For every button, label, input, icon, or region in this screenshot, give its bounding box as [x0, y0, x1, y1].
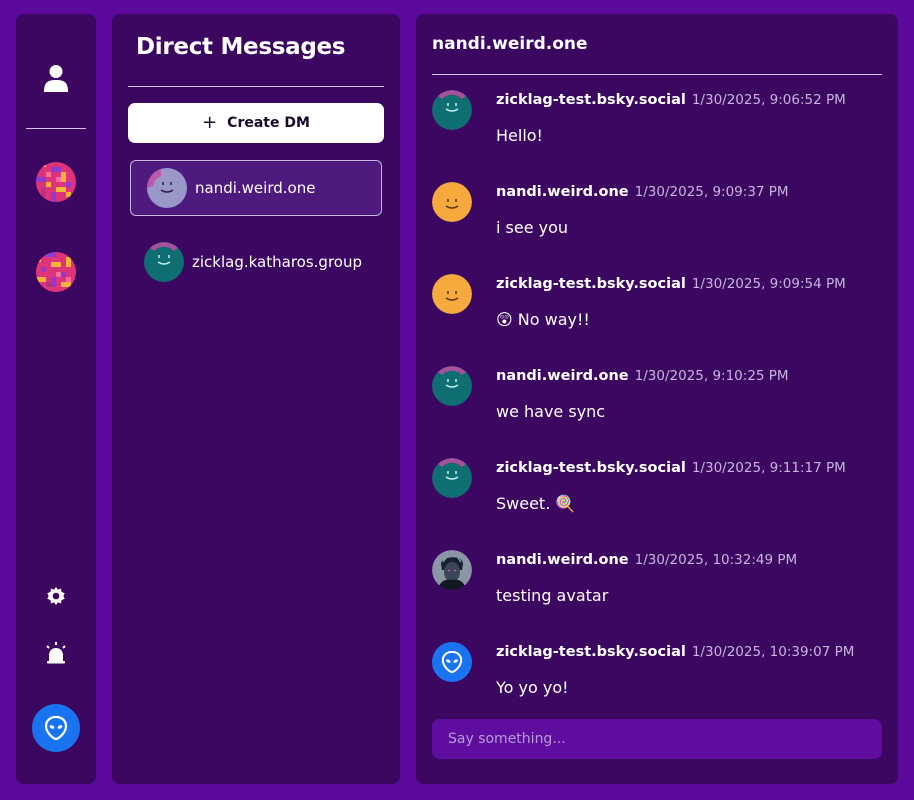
- face-avatar-icon: [432, 366, 472, 406]
- message-header: zicklag-test.bsky.social 1/30/2025, 9:09:…: [496, 276, 846, 292]
- message-time: 1/30/2025, 9:10:25 PM: [634, 368, 789, 384]
- message-author[interactable]: zicklag-test.bsky.social: [496, 644, 686, 660]
- message-text: i see you: [496, 218, 569, 237]
- message-header: zicklag-test.bsky.social 1/30/2025, 10:39…: [496, 644, 854, 660]
- settings-icon[interactable]: [44, 584, 68, 608]
- message: nandi.weird.one 1/30/2025, 9:10:25 PM we …: [432, 366, 882, 446]
- message-text: testing avatar: [496, 586, 609, 605]
- chat-divider: [432, 74, 882, 75]
- message: zicklag-test.bsky.social 1/30/2025, 9:09:…: [432, 274, 882, 354]
- message-time: 1/30/2025, 10:39:07 PM: [691, 644, 855, 660]
- message-header: nandi.weird.one 1/30/2025, 10:32:49 PM: [496, 552, 797, 568]
- dm-list-item[interactable]: zicklag.katharos.group: [130, 234, 382, 290]
- alien-icon: [432, 642, 472, 682]
- space-avatar[interactable]: [36, 252, 76, 292]
- message: zicklag-test.bsky.social 1/30/2025, 10:39…: [432, 642, 882, 722]
- dm-divider: [128, 86, 384, 87]
- page-title: Direct Messages: [136, 34, 346, 60]
- alert-icon[interactable]: [43, 640, 69, 666]
- message-text: we have sync: [496, 402, 606, 421]
- alien-icon[interactable]: [32, 704, 80, 752]
- user-icon[interactable]: [42, 62, 70, 94]
- message-header: nandi.weird.one 1/30/2025, 9:10:25 PM: [496, 368, 789, 384]
- dm-name: zicklag.katharos.group: [192, 253, 362, 271]
- message: zicklag-test.bsky.social 1/30/2025, 9:11:…: [432, 458, 882, 538]
- photo-avatar: [432, 550, 472, 590]
- message: zicklag-test.bsky.social 1/30/2025, 9:06:…: [432, 90, 882, 170]
- chat-panel: nandi.weird.one zicklag-test.bsky.social…: [416, 14, 898, 784]
- message-author[interactable]: nandi.weird.one: [496, 368, 629, 384]
- message-author[interactable]: zicklag-test.bsky.social: [496, 92, 686, 108]
- message-author[interactable]: nandi.weird.one: [496, 552, 629, 568]
- message-time: 1/30/2025, 9:09:54 PM: [691, 276, 846, 292]
- message-time: 1/30/2025, 9:09:37 PM: [634, 184, 789, 200]
- message-header: nandi.weird.one 1/30/2025, 9:09:37 PM: [496, 184, 789, 200]
- dm-name: nandi.weird.one: [195, 179, 316, 197]
- face-avatar-icon: [432, 458, 472, 498]
- create-dm-label: Create DM: [227, 115, 310, 131]
- message-time: 1/30/2025, 10:32:49 PM: [634, 552, 798, 568]
- face-avatar-icon: [147, 168, 187, 208]
- message-text: Hello!: [496, 126, 543, 145]
- message-text: Yo yo yo!: [496, 678, 569, 697]
- face-avatar-icon: [432, 274, 472, 314]
- message-time: 1/30/2025, 9:11:17 PM: [691, 460, 846, 476]
- plus-icon: +: [202, 112, 218, 133]
- message-author[interactable]: zicklag-test.bsky.social: [496, 460, 686, 476]
- chat-title: nandi.weird.one: [432, 34, 588, 54]
- space-rail: [16, 14, 96, 784]
- dm-list-item[interactable]: nandi.weird.one: [130, 160, 382, 216]
- message-author[interactable]: zicklag-test.bsky.social: [496, 276, 686, 292]
- create-dm-button[interactable]: + Create DM: [128, 103, 384, 143]
- face-avatar-icon: [432, 90, 472, 130]
- message-header: zicklag-test.bsky.social 1/30/2025, 9:06:…: [496, 92, 846, 108]
- rail-divider: [26, 128, 86, 129]
- message: nandi.weird.one 1/30/2025, 10:32:49 PM te…: [432, 550, 882, 630]
- message-time: 1/30/2025, 9:06:52 PM: [691, 92, 846, 108]
- face-avatar-icon: [432, 182, 472, 222]
- space-avatar[interactable]: [36, 162, 76, 202]
- message-text: 😲 No way!!: [496, 310, 590, 329]
- message: nandi.weird.one 1/30/2025, 9:09:37 PM i s…: [432, 182, 882, 262]
- message-header: zicklag-test.bsky.social 1/30/2025, 9:11:…: [496, 460, 846, 476]
- message-author[interactable]: nandi.weird.one: [496, 184, 629, 200]
- face-avatar-icon: [144, 242, 184, 282]
- message-input[interactable]: [432, 719, 882, 759]
- dm-panel: Direct Messages + Create DM nandi.weird.…: [112, 14, 400, 784]
- message-text: Sweet. 🍭: [496, 494, 576, 513]
